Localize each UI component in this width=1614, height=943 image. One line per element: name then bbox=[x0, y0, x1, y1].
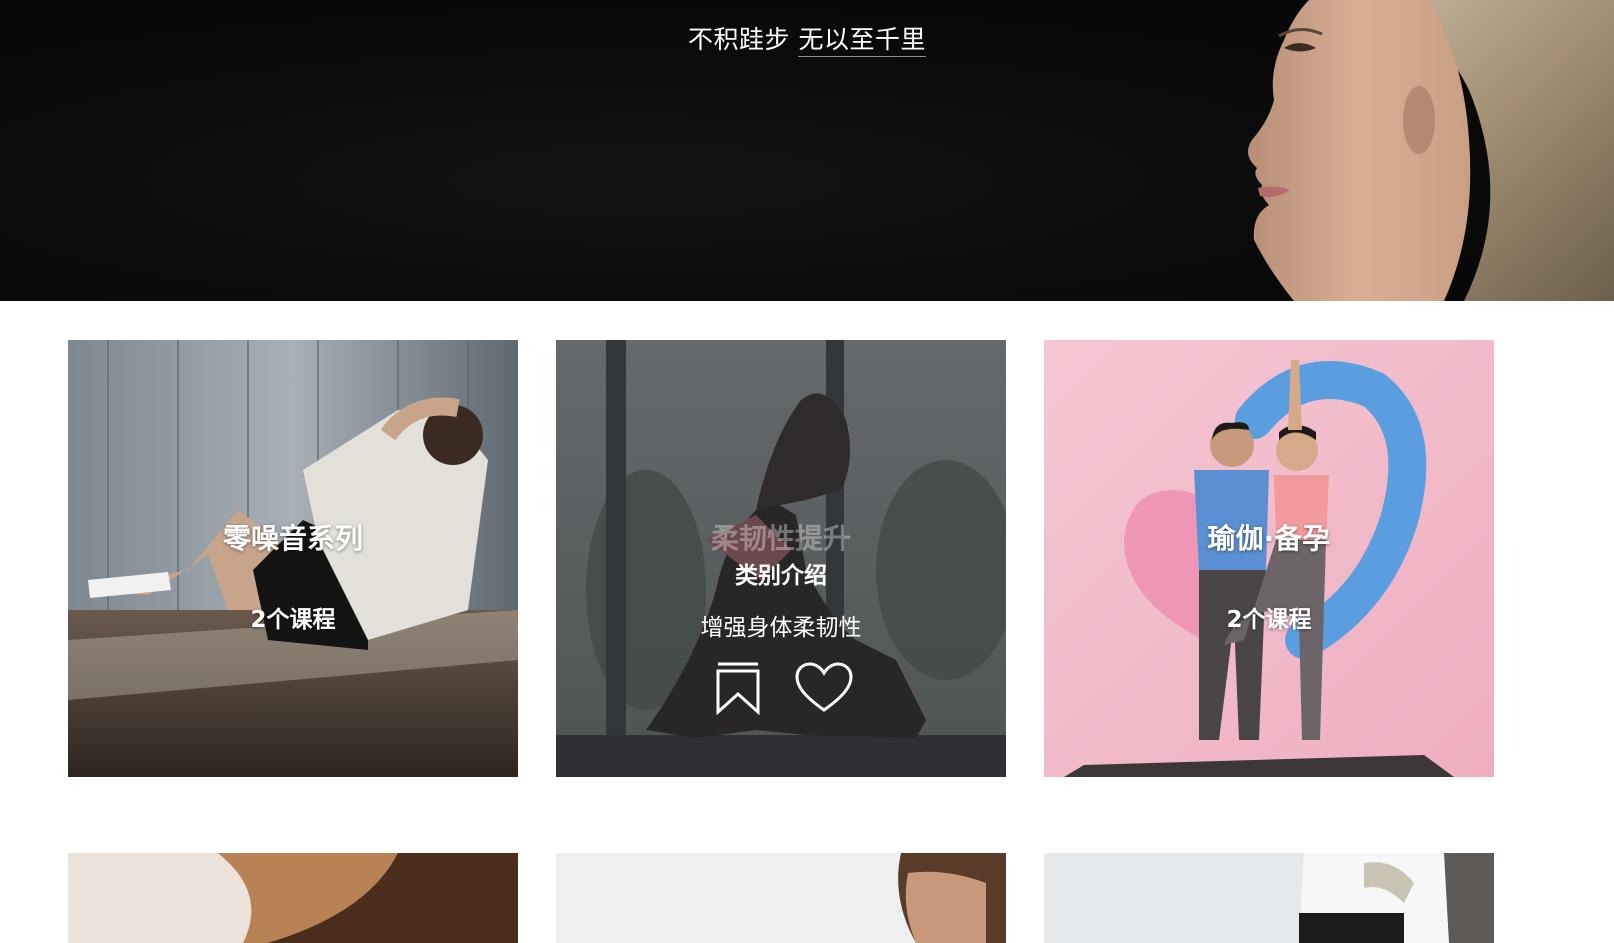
card-title: 瑜伽·备孕 bbox=[1207, 522, 1331, 555]
course-count: 2个课程 bbox=[1226, 607, 1312, 633]
category-card-row2-2[interactable] bbox=[556, 853, 1006, 943]
card-title: 柔韧性提升 bbox=[710, 522, 851, 555]
zero-noise-image bbox=[68, 340, 518, 777]
card-actions bbox=[556, 660, 1006, 716]
category-card-row2-1[interactable] bbox=[68, 853, 518, 943]
card-row2-1-image bbox=[68, 853, 518, 943]
card-row2-3-image bbox=[1044, 853, 1494, 943]
category-card-yoga-pregnancy[interactable]: 瑜伽·备孕 2个课程 bbox=[1044, 340, 1494, 777]
bookmark-icon[interactable] bbox=[708, 660, 768, 716]
slogan-text: 不积跬步 bbox=[688, 25, 791, 54]
hero-banner: 不积跬步 无以至千里 bbox=[0, 0, 1614, 301]
category-intro-label: 类别介绍 bbox=[735, 563, 827, 589]
category-card-row2-3[interactable] bbox=[1044, 853, 1494, 943]
card-row2-2-image bbox=[556, 853, 1006, 943]
category-card-flexibility[interactable]: 柔韧性提升 类别介绍 增强身体柔韧性 bbox=[556, 340, 1006, 777]
yoga-pregnancy-image bbox=[1044, 340, 1494, 777]
course-count: 2个课程 bbox=[250, 607, 336, 633]
slogan-link[interactable]: 无以至千里 bbox=[798, 25, 926, 57]
card-title: 零噪音系列 bbox=[222, 522, 363, 555]
hero-face-image bbox=[1248, 0, 1614, 301]
category-description: 增强身体柔韧性 bbox=[700, 615, 862, 641]
heart-icon[interactable] bbox=[794, 660, 854, 716]
category-card-zero-noise[interactable]: 零噪音系列 2个课程 bbox=[68, 340, 518, 777]
